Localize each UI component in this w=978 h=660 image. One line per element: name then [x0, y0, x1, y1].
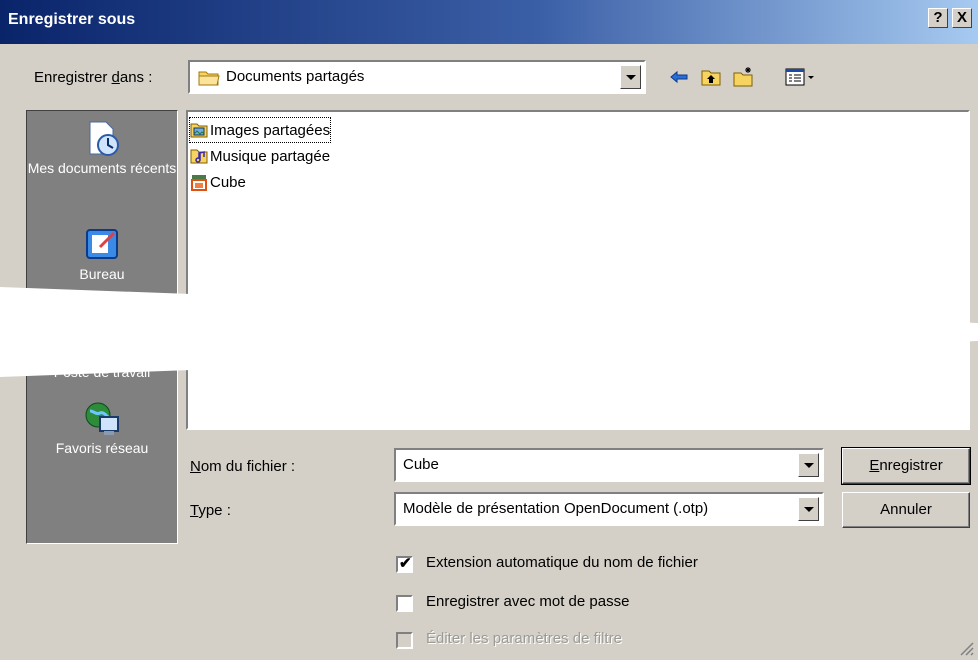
list-item[interactable]: Musique partagée [190, 144, 330, 168]
checkbox-box[interactable] [396, 595, 413, 612]
shared-pictures-folder-icon [190, 121, 208, 139]
checkbox-label: Enregistrer avec mot de passe [426, 593, 630, 610]
place-network[interactable]: Favoris réseau [27, 399, 177, 458]
checkbox-auto-extension[interactable]: ✔ Extension automatique du nom de fichie… [396, 554, 896, 576]
chevron-down-icon[interactable] [620, 65, 641, 89]
filename-combobox[interactable]: Cube [394, 448, 824, 482]
back-arrow-icon[interactable] [668, 66, 690, 88]
save-button[interactable]: Enregistrer [841, 447, 971, 485]
save-in-label: Enregistrer dans : [34, 69, 153, 86]
place-recent-documents[interactable]: Mes documents récents [27, 119, 177, 178]
filename-label: Nom du fichier : [190, 458, 296, 475]
file-name: Images partagées [210, 121, 331, 139]
checkbox-box[interactable]: ✔ [396, 555, 413, 573]
checkmark-icon: ✔ [399, 555, 412, 572]
checkbox-label: Extension automatique du nom de fichier [426, 554, 698, 571]
list-item[interactable]: Cube [190, 170, 246, 194]
title-bar [0, 0, 978, 44]
file-name: Musique partagée [210, 147, 331, 165]
place-label: Bureau [79, 266, 125, 282]
place-label: Favoris réseau [55, 440, 149, 456]
type-combobox[interactable]: Modèle de présentation OpenDocument (.ot… [394, 492, 824, 526]
cancel-button[interactable]: Annuler [842, 492, 970, 528]
checkbox-box [396, 632, 413, 649]
folder-icon [198, 68, 220, 90]
desktop-icon [82, 225, 122, 265]
close-button[interactable]: X [952, 8, 972, 28]
save-in-value: Documents partagés [226, 68, 365, 85]
save-in-combobox[interactable]: Documents partagés [188, 60, 646, 94]
file-name: Cube [210, 173, 246, 191]
checkbox-label: Éditer les paramètres de filtre [426, 630, 622, 647]
place-desktop[interactable]: Bureau [27, 225, 177, 284]
view-menu-icon[interactable] [784, 66, 818, 88]
new-folder-icon[interactable] [732, 66, 754, 88]
checkbox-filter-settings: Éditer les paramètres de filtre [396, 630, 896, 652]
type-value: Modèle de présentation OpenDocument (.ot… [403, 500, 709, 517]
recent-documents-icon [82, 119, 122, 159]
cube-file-icon [190, 173, 208, 191]
type-label: Type : [190, 502, 231, 519]
chevron-down-icon[interactable] [798, 497, 819, 521]
help-button[interactable]: ? [928, 8, 948, 28]
place-label: Mes documents récents [27, 160, 177, 176]
network-places-icon [82, 399, 122, 439]
chevron-down-icon[interactable] [798, 453, 819, 477]
file-list[interactable]: Images partagées Musique partagée Cube [186, 110, 970, 430]
window-title: Enregistrer sous [8, 11, 136, 28]
checkbox-password[interactable]: Enregistrer avec mot de passe [396, 593, 896, 615]
filename-value: Cube [403, 456, 439, 473]
list-item[interactable]: Images partagées [188, 117, 332, 143]
resize-grip-icon[interactable] [956, 638, 974, 656]
shared-music-folder-icon [190, 147, 208, 165]
up-folder-icon[interactable] [700, 66, 722, 88]
